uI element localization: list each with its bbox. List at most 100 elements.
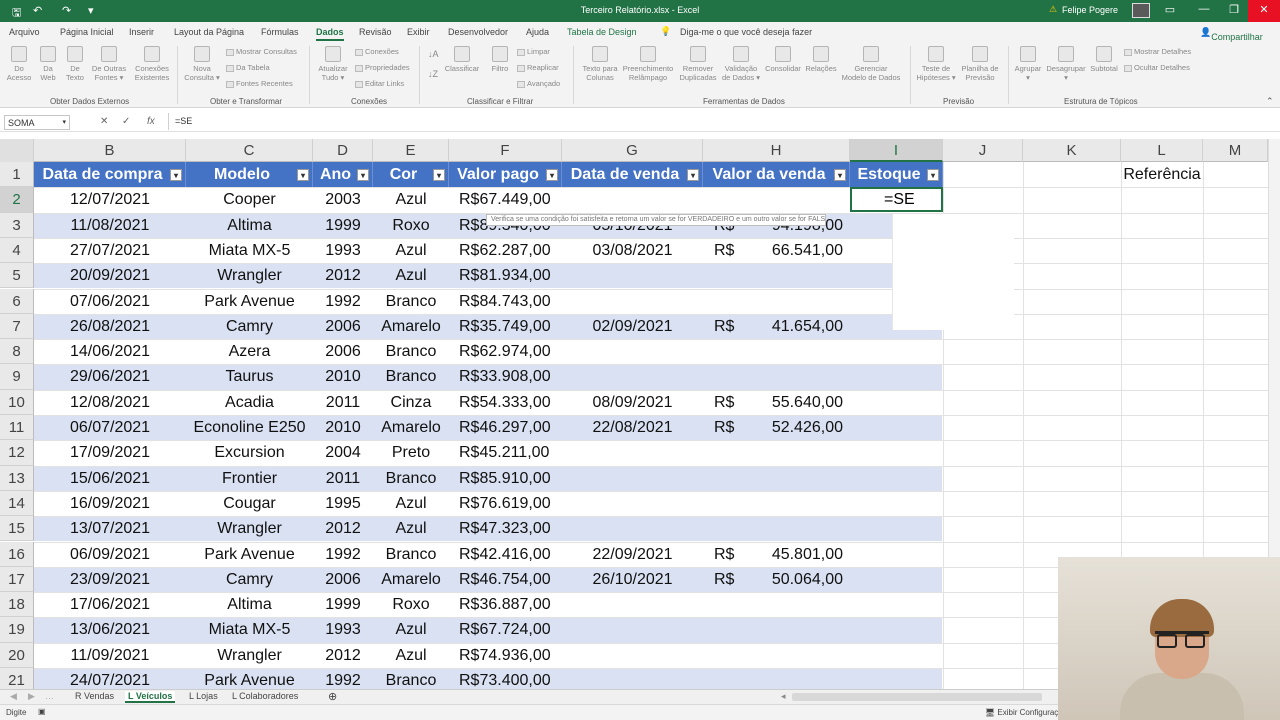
table-cell[interactable]: 11/08/2021 [34, 213, 186, 238]
sort-button[interactable]: Classificar [443, 44, 481, 73]
table-cell[interactable]: Azul [373, 238, 449, 263]
row-header[interactable]: 8 [0, 339, 34, 365]
autocomplete-dropdown[interactable] [892, 214, 1014, 330]
table-cell[interactable]: R$76.619,00 [459, 491, 562, 516]
sort-az-icon[interactable]: ↓A [428, 50, 439, 59]
filter-dropdown-icon[interactable]: ▾ [834, 169, 846, 181]
table-cell[interactable]: 52.426,00 [743, 415, 843, 440]
table-cell[interactable]: Branco [373, 339, 449, 364]
column-header-m[interactable]: M [1203, 139, 1268, 162]
filter-dropdown-icon[interactable]: ▾ [927, 169, 939, 181]
table-cell[interactable]: Azul [373, 643, 449, 668]
reapply-button[interactable]: Reaplicar [517, 63, 559, 72]
row-header[interactable]: 18 [0, 592, 34, 618]
tab-desenvolvedor[interactable]: Desenvolvedor [448, 27, 508, 37]
show-queries-button[interactable]: Mostrar Consultas [226, 47, 297, 56]
column-header-c[interactable]: C [186, 139, 313, 162]
table-cell[interactable]: 1999 [313, 592, 373, 617]
column-header-e[interactable]: E [373, 139, 449, 162]
table-cell[interactable]: Excursion [186, 440, 313, 465]
filter-dropdown-icon[interactable]: ▾ [687, 169, 699, 181]
sort-za-icon[interactable]: ↓Z [428, 70, 438, 79]
table-cell[interactable]: R$54.333,00 [459, 390, 562, 415]
filter-dropdown-icon[interactable]: ▾ [297, 169, 309, 181]
table-cell[interactable]: 2006 [313, 314, 373, 339]
tab-ajuda[interactable]: Ajuda [526, 27, 549, 37]
column-header-l[interactable]: L [1121, 139, 1203, 162]
header-estoque[interactable]: Estoque ▾ [850, 162, 943, 187]
new-query-button[interactable]: Nova Consulta ▾ [180, 44, 224, 82]
table-cell[interactable]: 50.064,00 [743, 567, 843, 592]
table-cell[interactable]: R$81.934,00 [459, 263, 562, 288]
table-cell[interactable]: Altima [186, 213, 313, 238]
row-header[interactable]: 16 [0, 541, 34, 567]
header-modelo[interactable]: Modelo ▾ [186, 162, 313, 187]
formula-input[interactable]: =SE [168, 113, 1276, 130]
table-cell[interactable]: 27/07/2021 [34, 238, 186, 263]
row-header[interactable]: 15 [0, 516, 34, 542]
table-cell[interactable]: 07/06/2021 [34, 289, 186, 314]
row-header[interactable]: 14 [0, 490, 34, 517]
table-cell[interactable]: 2006 [313, 339, 373, 364]
header-valor-da-venda[interactable]: Valor da venda ▾ [703, 162, 850, 187]
table-cell[interactable]: R$62.974,00 [459, 339, 562, 364]
row-header[interactable]: 17 [0, 566, 34, 593]
table-cell[interactable]: Cougar [186, 491, 313, 516]
table-cell[interactable]: Park Avenue [186, 668, 313, 689]
cell-k1-referencia[interactable]: Referência [1121, 162, 1203, 187]
close-icon[interactable]: ✕ [1248, 0, 1280, 22]
table-cell[interactable]: Taurus [186, 364, 313, 389]
tell-me-search[interactable]: Diga-me o que você deseja fazer [680, 27, 812, 37]
column-header-k[interactable]: K [1023, 139, 1121, 162]
row-header[interactable]: 20 [0, 642, 34, 668]
avatar[interactable] [1132, 3, 1150, 18]
table-cell[interactable]: Azul [373, 516, 449, 541]
table-cell[interactable]: Amarelo [373, 567, 449, 592]
table-cell[interactable]: Azul [373, 263, 449, 288]
table-cell[interactable]: Branco [373, 289, 449, 314]
column-header-j[interactable]: J [943, 139, 1023, 162]
tab-dados[interactable]: Dados [316, 27, 344, 41]
column-header-h[interactable]: H [703, 139, 850, 162]
table-cell[interactable]: 2012 [313, 643, 373, 668]
table-cell[interactable]: Wrangler [186, 516, 313, 541]
table-cell[interactable]: 2012 [313, 263, 373, 288]
table-cell[interactable]: Acadia [186, 390, 313, 415]
table-cell[interactable]: 16/09/2021 [34, 491, 186, 516]
table-cell[interactable]: R$33.908,00 [459, 364, 562, 389]
table-cell[interactable]: 2010 [313, 364, 373, 389]
table-cell[interactable]: 06/07/2021 [34, 415, 186, 440]
enter-icon[interactable]: ✓ [122, 116, 130, 127]
filter-dropdown-icon[interactable]: ▾ [357, 169, 369, 181]
table-cell[interactable]: Azera [186, 339, 313, 364]
tab-arquivo[interactable]: Arquivo [9, 27, 40, 37]
maximize-icon[interactable]: ❐ [1220, 3, 1248, 16]
table-cell[interactable]: 22/09/2021 [562, 542, 703, 567]
table-cell[interactable]: 14/06/2021 [34, 339, 186, 364]
table-cell[interactable]: R$62.287,00 [459, 238, 562, 263]
table-cell[interactable]: 26/08/2021 [34, 314, 186, 339]
table-cell[interactable]: 12/07/2021 [34, 187, 186, 212]
table-cell[interactable]: R$84.743,00 [459, 289, 562, 314]
sheet-tab-r-vendas[interactable]: R Vendas [75, 691, 114, 701]
table-cell[interactable]: 1992 [313, 542, 373, 567]
row-header[interactable]: 6 [0, 288, 34, 314]
table-cell[interactable]: 22/08/2021 [562, 415, 703, 440]
table-cell[interactable]: 24/07/2021 [34, 668, 186, 689]
table-cell[interactable]: Wrangler [186, 263, 313, 288]
consolidate-button[interactable]: Consolidar [762, 44, 804, 73]
table-cell[interactable]: 2003 [313, 187, 373, 212]
ungroup-button[interactable]: Desagrupar ▾ [1043, 44, 1089, 82]
flash-fill-button[interactable]: Preenchimento Relâmpago [620, 44, 676, 82]
prev-sheet-icon[interactable]: ◀ [10, 691, 17, 702]
table-cell[interactable]: 2011 [313, 390, 373, 415]
sheet-tab-l-lojas[interactable]: L Lojas [189, 691, 218, 701]
from-web-button[interactable]: Da Web [35, 44, 61, 82]
column-header-i[interactable]: I [850, 139, 943, 162]
table-cell[interactable]: 2006 [313, 567, 373, 592]
filter-dropdown-icon[interactable]: ▾ [433, 169, 445, 181]
row-header[interactable]: 1 [0, 162, 34, 188]
what-if-analysis-button[interactable]: Teste de Hipóteses ▾ [912, 44, 960, 82]
forecast-sheet-button[interactable]: Planilha de Previsão [956, 44, 1004, 82]
row-header[interactable]: 4 [0, 237, 34, 264]
